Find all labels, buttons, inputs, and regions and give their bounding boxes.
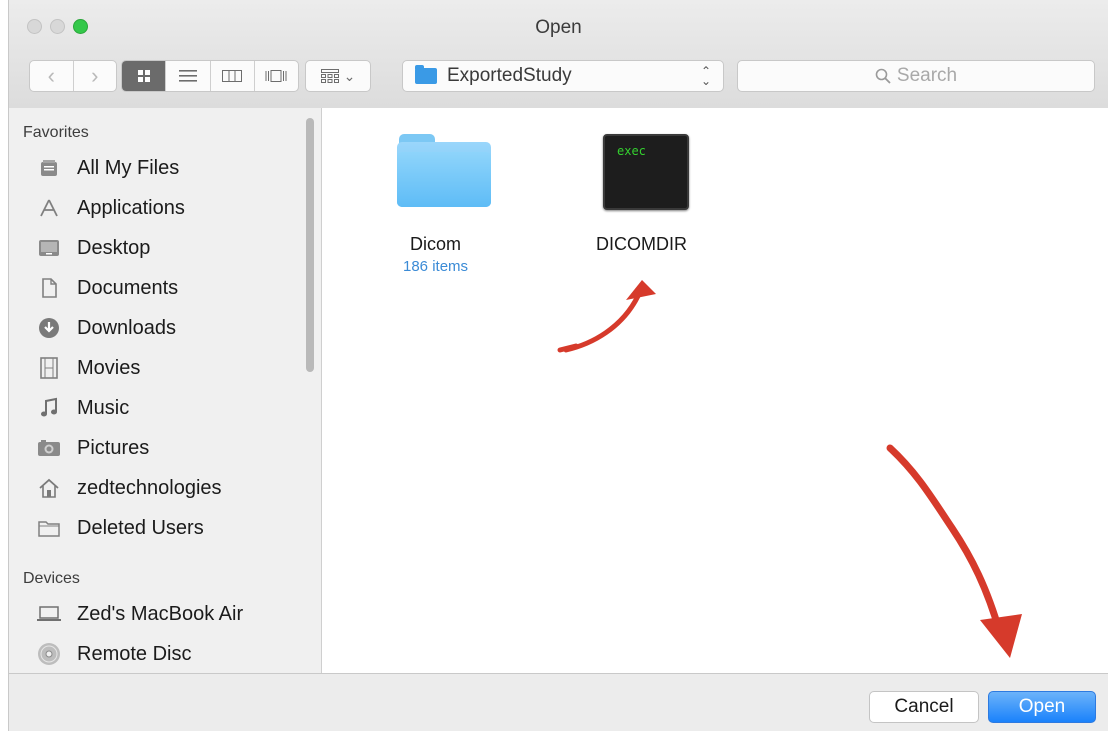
file-name: Dicom [410, 234, 462, 254]
bottom-bar: Cancel Open [9, 673, 1108, 731]
movies-icon [35, 356, 63, 380]
pictures-icon [35, 436, 63, 460]
terminal-exec-icon: exec [603, 134, 689, 210]
desktop-icon [35, 236, 63, 260]
chevron-right-icon: › [91, 63, 99, 88]
sidebar-item-macbook-air[interactable]: Zed's MacBook Air [35, 596, 305, 632]
sidebar-scrollbar[interactable] [306, 118, 314, 372]
sidebar-item-applications[interactable]: Applications [35, 190, 305, 226]
window-title: Open [535, 17, 582, 38]
sidebar-item-all-my-files[interactable]: All My Files [35, 150, 305, 186]
applications-icon [35, 196, 63, 220]
cancel-button[interactable]: Cancel [869, 691, 979, 723]
file-name: DICOMDIR [596, 234, 687, 254]
search-icon [875, 68, 891, 84]
title-bar: Open ‹ › ⌄ ExportedStudy ⌃ ⌄ Search [9, 0, 1108, 109]
grid-icon [137, 70, 150, 82]
list-view-button[interactable] [166, 61, 211, 91]
path-label: ExportedStudy [447, 65, 572, 86]
file-item-dicom[interactable]: Dicom 186 items [384, 134, 504, 275]
columns-icon [222, 70, 243, 82]
file-item-dicomdir[interactable]: exec DICOMDIR [586, 134, 706, 274]
devices-header: Devices [23, 570, 80, 587]
navigation-buttons: ‹ › [29, 60, 117, 92]
favorites-header: Favorites [23, 124, 89, 141]
icon-view-button[interactable] [122, 61, 167, 91]
search-field[interactable]: Search [737, 60, 1095, 92]
column-view-button[interactable] [211, 61, 255, 91]
sidebar-item-remote-disc[interactable]: Remote Disc [35, 636, 305, 672]
search-placeholder: Search [896, 65, 958, 86]
open-dialog: Open ‹ › ⌄ ExportedStudy ⌃ ⌄ Search Favo… [8, 0, 1108, 731]
chevron-down-icon: ⌄ [343, 67, 356, 84]
sidebar-item-downloads[interactable]: Downloads [35, 310, 305, 346]
list-icon [178, 70, 197, 82]
cover-flow-icon [265, 70, 287, 82]
up-down-chevron-icon: ⌃ ⌄ [700, 64, 712, 88]
file-browser: Dicom 186 items exec DICOMDIR [322, 108, 1108, 673]
sidebar-item-music[interactable]: Music [35, 390, 305, 426]
folder-icon [397, 134, 491, 207]
sidebar-item-movies[interactable]: Movies [35, 350, 305, 386]
documents-icon [35, 276, 63, 300]
back-button[interactable]: ‹ [30, 61, 74, 91]
path-popup[interactable]: ExportedStudy ⌃ ⌄ [402, 60, 724, 92]
arrange-grid-icon [320, 69, 339, 83]
disc-icon [35, 642, 63, 666]
downloads-icon [35, 316, 63, 340]
chevron-left-icon: ‹ [47, 63, 55, 88]
sidebar: Favorites All My Files Applications Desk… [9, 108, 322, 673]
view-mode-selector [121, 60, 299, 92]
open-button[interactable]: Open [988, 691, 1096, 723]
arrange-cell: ⌄ [306, 61, 370, 91]
cover-flow-view-button[interactable] [255, 61, 298, 91]
sidebar-item-deleted-users[interactable]: Deleted Users [35, 510, 305, 546]
forward-button[interactable]: › [74, 61, 117, 91]
sidebar-item-documents[interactable]: Documents [35, 270, 305, 306]
sidebar-item-pictures[interactable]: Pictures [35, 430, 305, 466]
music-icon [35, 396, 63, 420]
sidebar-item-zedtechnologies[interactable]: zedtechnologies [35, 470, 305, 506]
home-icon [35, 476, 63, 500]
file-subtitle: 186 items [403, 258, 469, 275]
folder-icon [415, 65, 437, 84]
laptop-icon [35, 602, 63, 626]
annotation-arrow-icon [557, 280, 656, 353]
annotation-arrow-icon [886, 444, 1022, 658]
sidebar-item-desktop[interactable]: Desktop [35, 230, 305, 266]
folder-icon [35, 516, 63, 540]
arrange-menu-button[interactable]: ⌄ [305, 60, 371, 92]
all-files-icon [35, 156, 63, 180]
